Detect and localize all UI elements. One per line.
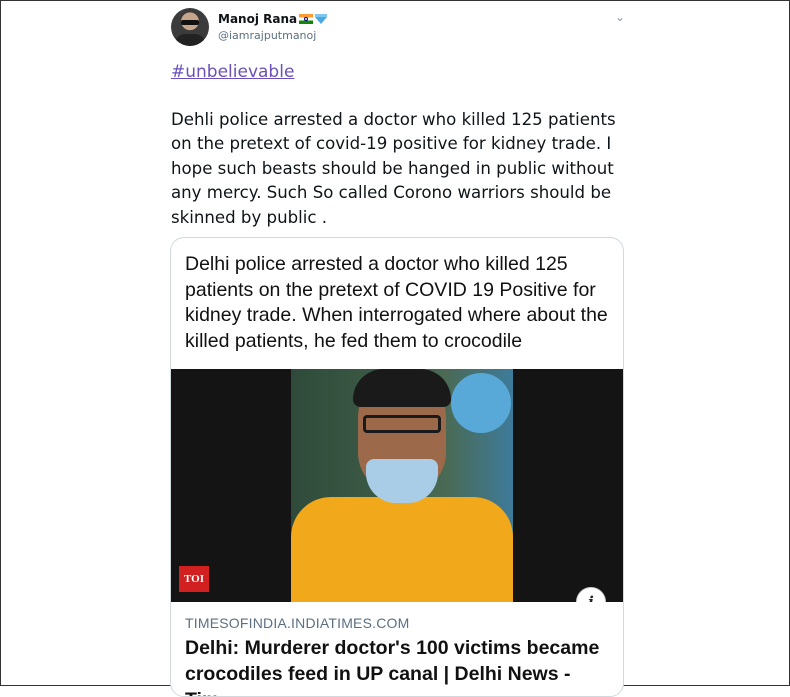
link-card[interactable]: Delhi police arrested a doctor who kille… (170, 237, 624, 697)
person-hair (353, 369, 451, 407)
tweet-text: Dehli police arrested a doctor who kille… (171, 110, 616, 227)
chevron-down-icon[interactable]: ⌄ (613, 10, 627, 24)
author-name[interactable]: Manoj Rana (218, 12, 297, 26)
background-person (451, 373, 511, 433)
tweet-frame: Manoj Rana @iamrajputmanoj ⌄ #unbelievab… (0, 0, 790, 697)
info-icon[interactable]: i (576, 587, 606, 602)
toi-logo: TOI (179, 566, 209, 592)
card-title[interactable]: Delhi: Murderer doctor's 100 victims bec… (185, 635, 615, 696)
person-shirt (291, 497, 513, 602)
tweet-header: Manoj Rana @iamrajputmanoj ⌄ (169, 7, 629, 51)
avatar-shirt (175, 34, 205, 46)
card-domain: TIMESOFINDIA.INDIATIMES.COM (185, 615, 410, 631)
avatar-sunglasses (181, 20, 199, 25)
card-caption: Delhi police arrested a doctor who kille… (185, 253, 608, 352)
avatar[interactable] (171, 8, 209, 46)
diamond-icon (315, 14, 328, 24)
hashtag-link[interactable]: #unbelievable (171, 62, 294, 82)
author-handle[interactable]: @iamrajputmanoj (218, 29, 316, 42)
author-name-row[interactable]: Manoj Rana (218, 12, 328, 26)
person-glasses (363, 415, 441, 433)
tweet: Manoj Rana @iamrajputmanoj ⌄ #unbelievab… (169, 7, 629, 697)
news-photo (291, 369, 513, 602)
india-flag-icon (299, 14, 314, 24)
card-image[interactable]: TOI i (171, 369, 623, 602)
